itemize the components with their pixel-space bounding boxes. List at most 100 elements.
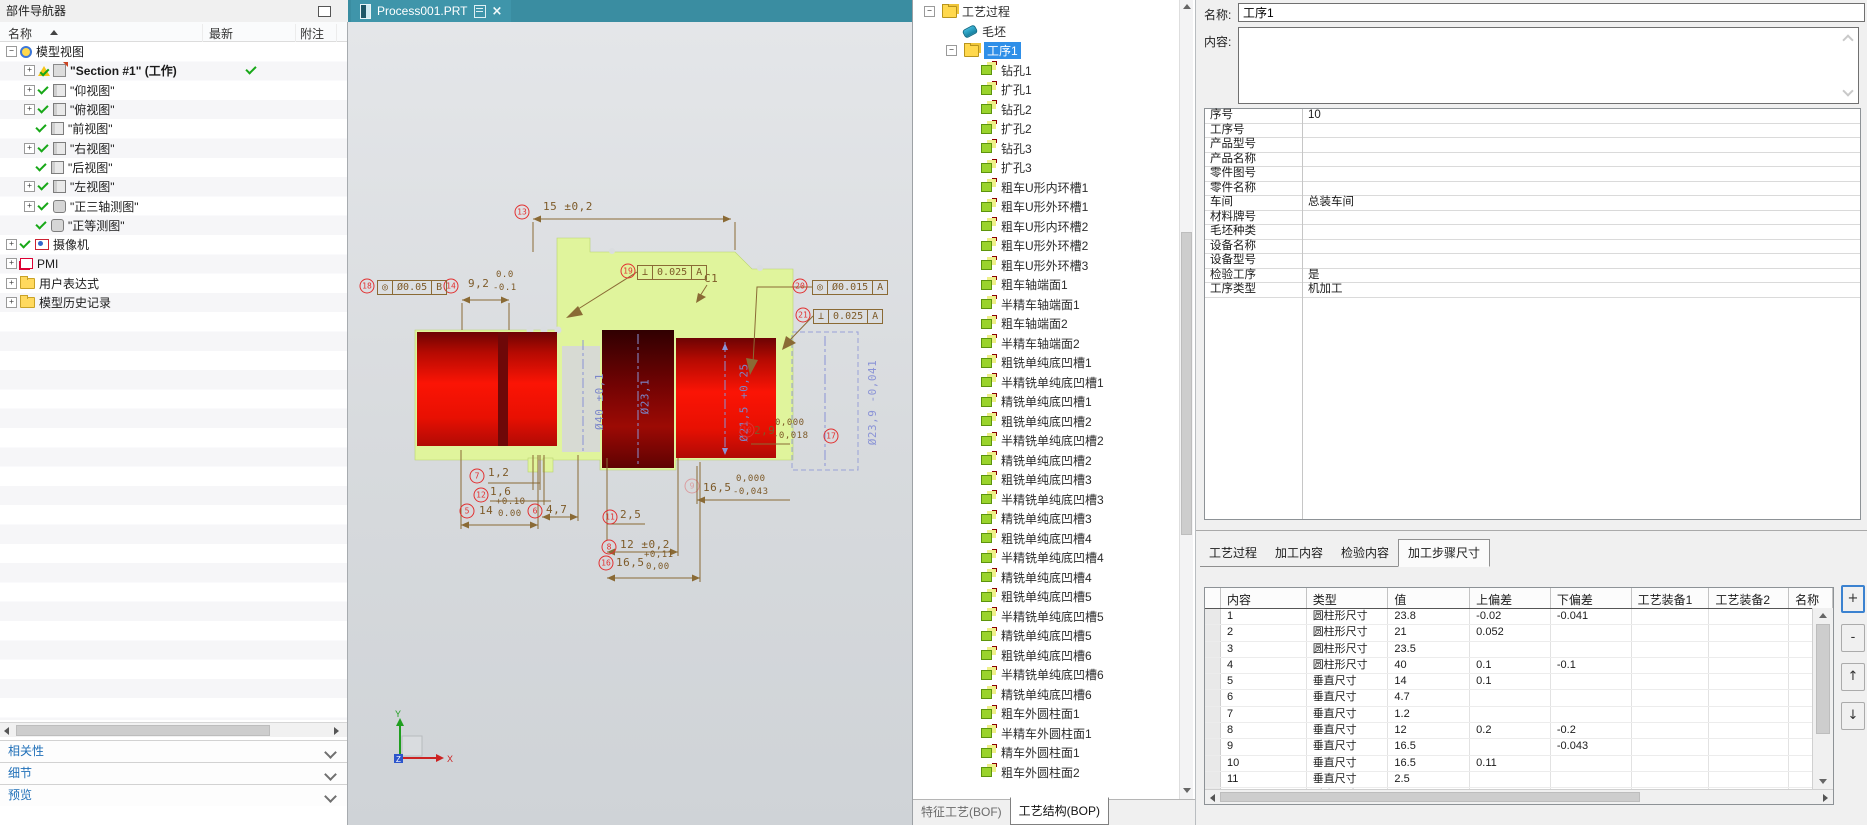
column-上偏差[interactable]: 上偏差 <box>1470 588 1551 608</box>
column-工艺装备1[interactable]: 工艺装备1 <box>1632 588 1710 608</box>
panel-splitter[interactable] <box>1196 530 1867 531</box>
column-名称[interactable]: 名称 <box>1789 588 1833 608</box>
section-相关性[interactable]: 相关性 <box>0 740 347 762</box>
table-row[interactable]: 10 垂直尺寸 16.5 0.11 <box>1205 755 1833 772</box>
process-tree-item[interactable]: 粗车U形外环槽3 <box>914 256 1179 276</box>
table-row[interactable]: 6 垂直尺寸 4.7 <box>1205 690 1833 707</box>
process-tree-item[interactable]: 粗车轴端面2 <box>914 314 1179 334</box>
table-row[interactable]: 1 圆柱形尺寸 23.8 -0.02 -0.041 <box>1205 609 1833 626</box>
table-row[interactable]: 4 圆柱形尺寸 40 0.1 -0.1 <box>1205 657 1833 675</box>
process-tree-item[interactable]: 扩孔1 <box>914 80 1179 100</box>
tree-item[interactable]: + "仰视图" <box>0 81 347 100</box>
process-tree-item[interactable]: 钻孔3 <box>914 139 1179 159</box>
table-row[interactable]: 5 垂直尺寸 14 0.1 <box>1205 674 1833 691</box>
tree-item[interactable]: "正等测图" <box>0 216 347 235</box>
process-tree-item[interactable]: 粗车外圆柱面1 <box>914 704 1179 724</box>
property-row[interactable]: 检验工序 是 <box>1205 269 1860 283</box>
process-tree-item[interactable]: 粗铣单纯底凹槽1 <box>914 353 1179 373</box>
scroll-down-icon[interactable] <box>1183 788 1191 793</box>
column-工艺装备2[interactable]: 工艺装备2 <box>1709 588 1790 608</box>
vertical-scrollbar[interactable] <box>1179 0 1193 799</box>
expander-icon[interactable]: − <box>924 6 935 18</box>
property-row[interactable]: 材料牌号 <box>1205 211 1860 225</box>
process-tree-item[interactable]: 精铣单纯底凹槽3 <box>914 509 1179 529</box>
content-textarea[interactable] <box>1238 27 1859 104</box>
property-row[interactable]: 序号 10 <box>1205 109 1860 124</box>
table-row[interactable]: 9 垂直尺寸 16.5 -0.043 <box>1205 739 1833 756</box>
close-icon[interactable]: × <box>492 5 503 18</box>
process-tree-item[interactable]: 半精铣单纯底凹槽6 <box>914 665 1179 685</box>
move-up-button[interactable]: ↑ <box>1841 663 1865 691</box>
panel-float-button[interactable] <box>318 6 331 17</box>
process-tree-item[interactable]: 粗车U形外环槽2 <box>914 236 1179 256</box>
tree-item[interactable]: "前视图" <box>0 119 347 138</box>
3d-viewport[interactable]: 15 ±0,2 9,2 0.0 -0.1 C1 1,2 1,6 14 +0.10 0.00 4,7 2… <box>348 22 912 825</box>
process-tree-item[interactable]: 精车外圆柱面1 <box>914 743 1179 763</box>
process-tree-item[interactable]: 钻孔1 <box>914 61 1179 81</box>
tab-加工内容[interactable]: 加工内容 <box>1266 540 1333 567</box>
process-tree-item[interactable]: 精铣单纯底凹槽4 <box>914 568 1179 588</box>
name-input[interactable] <box>1238 3 1865 22</box>
process-tree-item[interactable]: 半精铣单纯底凹槽3 <box>914 490 1179 510</box>
expander-icon[interactable]: + <box>24 181 35 193</box>
tree-item[interactable]: + 用户表达式 <box>0 274 347 293</box>
tab-加工步骤尺寸[interactable]: 加工步骤尺寸 <box>1398 539 1491 567</box>
process-tree-item[interactable]: − 工序1 <box>914 41 1179 61</box>
tab-工艺过程[interactable]: 工艺过程 <box>1200 540 1267 567</box>
expander-icon[interactable]: − <box>946 45 957 57</box>
column-latest[interactable]: 最新 <box>209 25 233 42</box>
section-细节[interactable]: 细节 <box>0 762 347 784</box>
process-tree-item[interactable]: 粗车U形内环槽2 <box>914 217 1179 237</box>
tree-item[interactable]: "后视图" <box>0 158 347 177</box>
section-预览[interactable]: 预览 <box>0 784 347 806</box>
process-tree-item[interactable]: 粗车U形内环槽1 <box>914 178 1179 198</box>
column-内容[interactable]: 内容 <box>1221 588 1307 608</box>
expander-icon[interactable]: + <box>24 104 35 116</box>
expander-icon[interactable]: + <box>6 258 17 270</box>
scrollbar-thumb[interactable] <box>1181 232 1192 535</box>
column-类型[interactable]: 类型 <box>1307 588 1389 608</box>
process-tree-item[interactable]: 毛坯 <box>914 22 1179 42</box>
scrollbar-thumb[interactable] <box>1220 792 1640 802</box>
tree-item[interactable]: − 模型视图 <box>0 42 347 61</box>
scroll-left-icon[interactable] <box>1210 794 1215 802</box>
property-row[interactable]: 产品型号 <box>1205 138 1860 153</box>
process-tree-item[interactable]: 粗铣单纯底凹槽2 <box>914 412 1179 432</box>
process-tree-item[interactable]: 半精车轴端面1 <box>914 295 1179 315</box>
tab-检验内容[interactable]: 检验内容 <box>1332 540 1399 567</box>
process-tree-item[interactable]: 半精铣单纯底凹槽5 <box>914 607 1179 627</box>
expander-icon[interactable]: + <box>6 239 17 251</box>
property-row[interactable]: 产品名称 <box>1205 153 1860 167</box>
process-tree-item[interactable]: 粗铣单纯底凹槽3 <box>914 470 1179 490</box>
table-row[interactable]: 11 垂直尺寸 2.5 <box>1205 771 1833 789</box>
property-row[interactable]: 零件图号 <box>1205 167 1860 182</box>
tree-item[interactable]: + "俯视图" <box>0 100 347 119</box>
property-row[interactable]: 设备型号 <box>1205 254 1860 269</box>
column-note[interactable]: 附注 <box>300 25 324 42</box>
scroll-up-icon[interactable] <box>1842 34 1854 46</box>
move-down-button[interactable]: ↓ <box>1841 702 1865 730</box>
table-row[interactable]: 7 垂直尺寸 1.2 <box>1205 706 1833 724</box>
process-tree-item[interactable]: 半精铣单纯底凹槽2 <box>914 431 1179 451</box>
table-row[interactable]: 8 垂直尺寸 12 0.2 -0.2 <box>1205 723 1833 740</box>
scroll-down-icon[interactable] <box>1819 779 1827 784</box>
horizontal-scrollbar[interactable] <box>1205 789 1833 804</box>
property-row[interactable]: 设备名称 <box>1205 240 1860 254</box>
scroll-up-icon[interactable] <box>1183 4 1191 9</box>
scroll-up-icon[interactable] <box>1819 613 1827 618</box>
tab-工艺结构(BOP)[interactable]: 工艺结构(BOP) <box>1009 797 1110 825</box>
process-tree-item[interactable]: 粗铣单纯底凹槽6 <box>914 646 1179 666</box>
property-row[interactable]: 零件名称 <box>1205 182 1860 196</box>
expander-icon[interactable]: − <box>6 46 17 58</box>
tree-item[interactable]: + 模型历史记录 <box>0 293 347 312</box>
tree-item[interactable]: + "Section #1" (工作) <box>0 61 347 80</box>
process-tree-item[interactable]: 粗铣单纯底凹槽5 <box>914 587 1179 607</box>
expander-icon[interactable]: + <box>24 65 35 77</box>
process-tree-item[interactable]: 粗车外圆柱面2 <box>914 763 1179 783</box>
scroll-down-icon[interactable] <box>1842 85 1854 97</box>
scroll-right-icon[interactable] <box>334 727 339 735</box>
scrollbar-thumb[interactable] <box>1816 624 1830 734</box>
expander-icon[interactable]: + <box>24 200 35 212</box>
horizontal-scrollbar[interactable] <box>0 722 347 737</box>
tab-特征工艺(BOF)[interactable]: 特征工艺(BOF) <box>913 799 1010 825</box>
